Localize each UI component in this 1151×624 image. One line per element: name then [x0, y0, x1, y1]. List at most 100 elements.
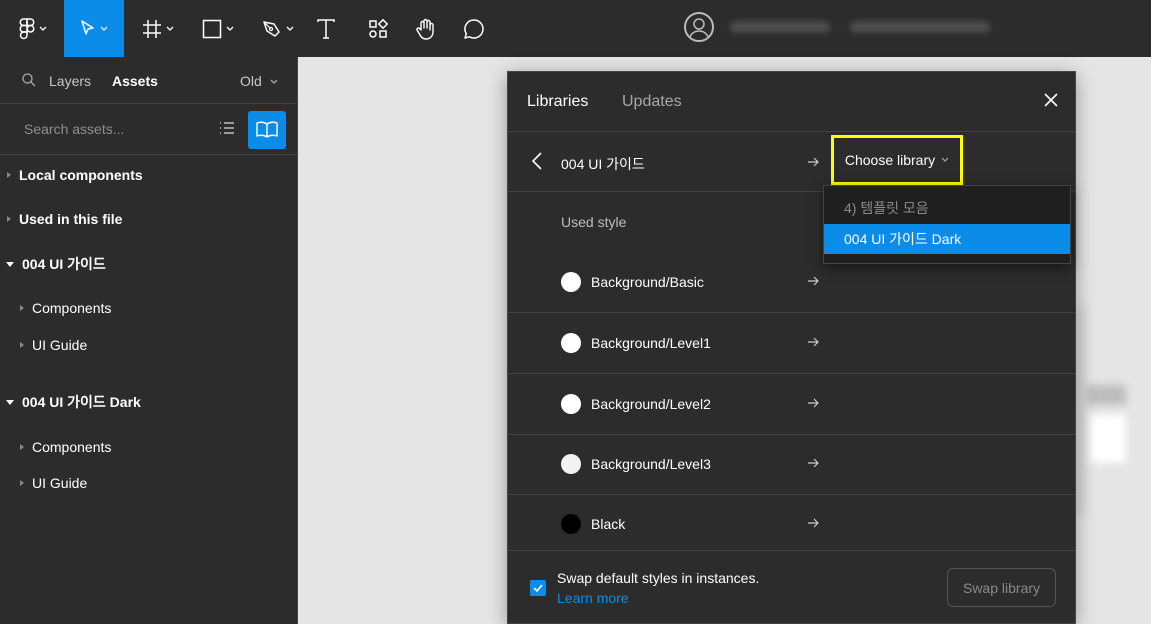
avatar-icon[interactable] — [684, 12, 714, 42]
comment-tool-button[interactable] — [456, 0, 492, 57]
tree-item-label: UI Guide — [32, 337, 88, 353]
style-name: Black — [591, 516, 626, 532]
assets-panel: Layers Assets Old Local components Used … — [0, 57, 298, 624]
color-swatch — [561, 272, 581, 292]
style-name: Background/Basic — [591, 274, 704, 290]
team-library-button[interactable] — [248, 111, 286, 149]
caret-down-icon — [6, 261, 14, 267]
canvas-object — [1090, 415, 1126, 463]
dropdown-item-004-ui-guide-dark[interactable]: 004 UI 가이드 Dark — [824, 224, 1070, 254]
figma-logo-icon — [19, 17, 35, 39]
libraries-dialog: Libraries Updates 004 UI 가이드 Choose libr… — [507, 71, 1076, 624]
tree-item-label: 004 UI 가이드 — [22, 256, 106, 272]
tree-item-components[interactable]: Components — [20, 297, 318, 319]
blurred-file-path — [730, 21, 830, 33]
arrow-right-icon — [808, 157, 819, 167]
pen-tool-button[interactable] — [252, 0, 304, 57]
text-tool-button[interactable] — [308, 0, 344, 57]
back-chevron-icon[interactable] — [532, 152, 542, 170]
tree-item-004-ui-guide[interactable]: 004 UI 가이드 — [6, 253, 304, 275]
chevron-down-icon — [270, 79, 278, 85]
learn-more-link[interactable]: Learn more — [557, 590, 629, 606]
style-row[interactable]: Black — [508, 494, 1075, 551]
tree-item-label: Components — [32, 439, 112, 455]
pen-icon — [263, 20, 280, 37]
shape-tool-button[interactable] — [192, 0, 244, 57]
arrow-right-icon — [808, 458, 819, 468]
hand-icon — [416, 18, 434, 40]
chevron-down-icon — [39, 26, 47, 31]
search-input[interactable] — [24, 121, 194, 137]
hand-tool-button[interactable] — [408, 0, 444, 57]
tree-item-label: Local components — [19, 167, 143, 183]
swap-defaults-checkbox[interactable] — [530, 580, 546, 596]
style-row[interactable]: Background/Level2 — [508, 374, 1075, 435]
text-icon — [317, 18, 335, 39]
tree-item-label: Used in this file — [19, 211, 123, 227]
swap-library-button[interactable]: Swap library — [947, 568, 1056, 607]
style-name: Background/Level2 — [591, 396, 711, 412]
caret-right-icon — [20, 342, 24, 348]
frame-tool-button[interactable] — [132, 0, 184, 57]
library-swap-header: 004 UI 가이드 — [508, 132, 1075, 192]
tree-item-local-components[interactable]: Local components — [7, 164, 305, 186]
chevron-down-icon — [226, 26, 234, 31]
tab-libraries[interactable]: Libraries — [527, 93, 588, 111]
user-area[interactable] — [684, 12, 714, 42]
move-tool-button[interactable] — [64, 0, 124, 57]
chevron-down-icon — [166, 26, 174, 31]
list-view-icon[interactable] — [219, 121, 235, 135]
arrow-right-icon — [808, 398, 819, 408]
old-label: Old — [240, 73, 262, 89]
canvas-object — [1086, 385, 1126, 405]
tab-updates[interactable]: Updates — [622, 93, 682, 111]
tree-item-used-in-this-file[interactable]: Used in this file — [7, 208, 305, 230]
resources-tool-button[interactable] — [360, 0, 396, 57]
caret-right-icon — [20, 305, 24, 311]
library-dropdown-menu: 4) 템플릿 모음 004 UI 가이드 Dark — [823, 185, 1071, 264]
current-library-name: 004 UI 가이드 — [561, 156, 645, 172]
caret-down-icon — [6, 399, 14, 405]
color-swatch — [561, 514, 581, 534]
choose-library-label: Choose library — [844, 152, 936, 168]
style-row[interactable]: Background/Level3 — [508, 434, 1075, 495]
used-style-heading: Used style — [561, 214, 627, 230]
tree-item-ui-guide[interactable]: UI Guide — [20, 472, 318, 494]
toolbar — [0, 0, 1151, 57]
dialog-footer: Swap default styles in instances. Learn … — [508, 551, 1075, 624]
tree-item-004-ui-guide-dark[interactable]: 004 UI 가이드 Dark — [6, 391, 304, 413]
swap-defaults-label: Swap default styles in instances. — [557, 570, 760, 586]
tab-assets[interactable]: Assets — [112, 73, 158, 89]
caret-right-icon — [20, 444, 24, 450]
tab-layers[interactable]: Layers — [49, 73, 91, 89]
color-swatch — [561, 394, 581, 414]
search-icon[interactable] — [22, 73, 36, 87]
color-swatch — [561, 333, 581, 353]
choose-library-dropdown[interactable]: Choose library — [831, 135, 963, 185]
tree-item-components[interactable]: Components — [20, 436, 318, 458]
style-name: Background/Level1 — [591, 335, 711, 351]
tree-item-ui-guide[interactable]: UI Guide — [20, 334, 318, 356]
dropdown-item-template-collection[interactable]: 4) 템플릿 모음 — [824, 193, 1070, 223]
caret-right-icon — [7, 172, 11, 178]
chevron-down-icon — [941, 157, 949, 162]
tree-item-label: UI Guide — [32, 475, 88, 491]
caret-right-icon — [20, 480, 24, 486]
chevron-down-icon — [286, 26, 294, 31]
panel-tabs: Layers Assets Old — [0, 57, 298, 104]
close-icon[interactable] — [1044, 93, 1058, 107]
checkmark-icon — [533, 584, 543, 592]
comment-icon — [464, 18, 484, 39]
arrow-right-icon — [808, 337, 819, 347]
arrow-right-icon — [808, 276, 819, 286]
book-icon — [256, 121, 278, 138]
chevron-down-icon — [100, 26, 108, 31]
caret-right-icon — [7, 216, 11, 222]
frame-icon — [143, 19, 161, 38]
dialog-header: Libraries Updates — [508, 72, 1075, 132]
style-name: Background/Level3 — [591, 456, 711, 472]
main-menu-button[interactable] — [8, 0, 58, 57]
old-dropdown[interactable]: Old — [240, 73, 278, 89]
style-row[interactable]: Background/Level1 — [508, 313, 1075, 374]
tree-item-label: Components — [32, 300, 112, 316]
